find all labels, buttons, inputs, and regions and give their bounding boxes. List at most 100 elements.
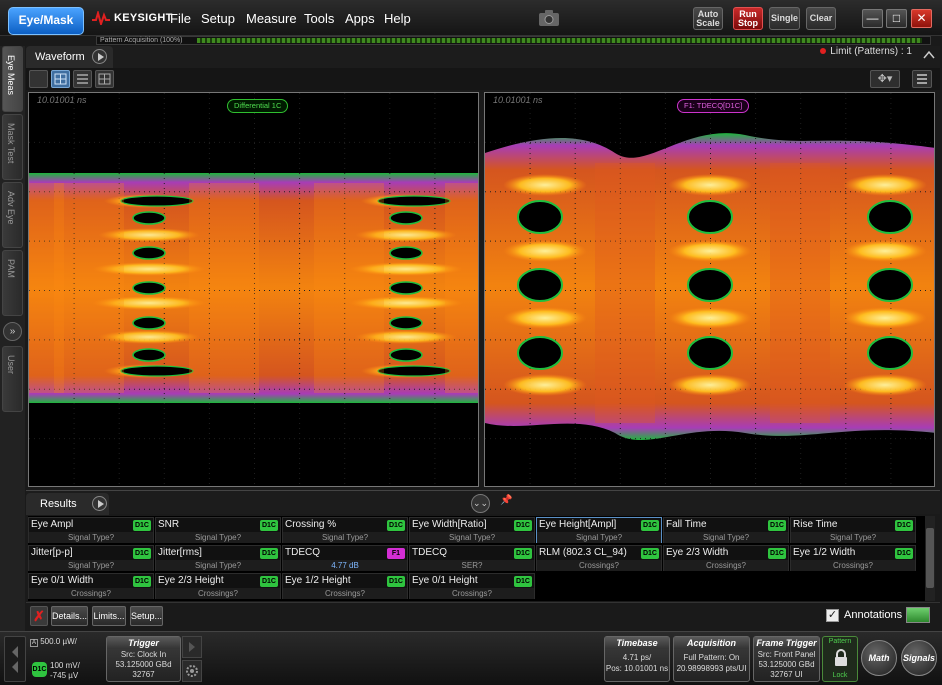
result-cell[interactable]: Jitter[p-p] D1C Signal Type? [28, 545, 154, 571]
pattern-lock-button[interactable]: Pattern Lock [822, 636, 858, 682]
menu-file[interactable]: File [170, 11, 191, 26]
scrollbar-thumb[interactable] [926, 528, 934, 588]
hamburger-menu-button[interactable] [912, 70, 932, 88]
result-cell[interactable]: Eye Ampl D1C Signal Type? [28, 517, 154, 543]
source-badge: D1C [133, 520, 151, 531]
delete-measurement-icon[interactable]: ✗ [30, 606, 48, 626]
limits-button[interactable]: Limits... [92, 606, 126, 626]
results-header: Results ⌄⌄ 📌 [26, 490, 940, 515]
grid-icon [54, 73, 67, 85]
frame-trigger-panel[interactable]: Frame Trigger Src: Front Panel 53.125000… [753, 636, 820, 682]
math-button[interactable]: Math [861, 640, 897, 676]
measurement-value: Crossings? [283, 588, 407, 599]
result-cell[interactable]: Eye 1/2 Height D1C Crossings? [282, 573, 408, 599]
tab-pam[interactable]: PAM [2, 250, 23, 316]
result-cell[interactable]: Eye 0/1 Height D1C Crossings? [409, 573, 535, 599]
signals-button[interactable]: Signals [901, 640, 937, 676]
eye-mask-mode-button[interactable]: Eye/Mask [8, 7, 84, 35]
trigger-arrow-icon[interactable] [182, 636, 202, 658]
menu-measure[interactable]: Measure [246, 11, 297, 26]
tab-mask-test[interactable]: Mask Test [2, 114, 23, 180]
expand-chevron-icon[interactable]: » [3, 322, 22, 341]
results-scrollbar[interactable] [925, 516, 935, 601]
limit-dot-icon [820, 48, 827, 54]
measurement-value: Crossings? [791, 560, 915, 571]
camera-icon[interactable] [538, 9, 560, 27]
measurement-value: Signal Type? [791, 532, 915, 543]
collapse-down-icon[interactable]: ⌄⌄ [471, 494, 490, 513]
result-cell[interactable]: Rise Time D1C Signal Type? [790, 517, 916, 543]
menu-tools[interactable]: Tools [304, 11, 334, 26]
pan-tool-button[interactable]: ✥▾ [870, 70, 900, 88]
result-cell[interactable]: Eye Width[Ratio] D1C Signal Type? [409, 517, 535, 543]
maximize-button[interactable]: □ [886, 9, 907, 28]
measurement-name: Eye 0/1 Width [31, 575, 94, 586]
measurement-value: Signal Type? [283, 532, 407, 543]
minimize-button[interactable]: — [862, 9, 883, 28]
annotations-checkbox[interactable]: ✓ [826, 609, 839, 622]
measurement-name: Eye 1/2 Width [793, 547, 856, 558]
result-cell[interactable]: Eye 1/2 Width D1C Crossings? [790, 545, 916, 571]
channel-d1c-chip[interactable]: D1C [32, 662, 47, 677]
result-cell[interactable]: SNR D1C Signal Type? [155, 517, 281, 543]
result-cell[interactable]: Eye Height[Ampl] D1C Signal Type? [536, 517, 662, 543]
measurement-name: Fall Time [666, 519, 707, 530]
measurement-value: Crossings? [410, 588, 534, 599]
source-badge: D1C [260, 576, 278, 587]
source-badge: F1 [387, 548, 405, 559]
tab-adv-eye[interactable]: Adv Eye [2, 182, 23, 248]
collapse-up-icon[interactable] [923, 50, 935, 60]
acquisition-points-per-ui: 20.98998993 pts/UI [676, 664, 747, 673]
result-cell[interactable]: TDECQ D1C SER? [409, 545, 535, 571]
close-button[interactable]: ✕ [911, 9, 932, 28]
timebase-panel[interactable]: Timebase 4.71 ps/ Pos: 10.01001 ns [604, 636, 670, 682]
eye-diagram-pane-differential[interactable]: 10.01001 ns Differential 1C [28, 92, 479, 487]
progress-fill [197, 38, 922, 43]
single-button[interactable]: Single [769, 7, 800, 30]
layout-single-button[interactable] [29, 70, 48, 88]
menu-apps[interactable]: Apps [345, 11, 375, 26]
layout-toolbar: ✥▾ [26, 68, 940, 90]
result-cell[interactable]: Crossing % D1C Signal Type? [282, 517, 408, 543]
menu-setup[interactable]: Setup [201, 11, 235, 26]
pin-icon[interactable]: 📌 [500, 495, 512, 506]
details-button[interactable]: Details... [51, 606, 88, 626]
channel-nav-left[interactable] [4, 636, 26, 682]
play-icon[interactable] [92, 49, 107, 64]
layout-stacked-button[interactable] [73, 70, 92, 88]
run-stop-button[interactable]: Run Stop [733, 7, 763, 30]
source-badge: D1C [514, 576, 532, 587]
pattern-label: Pattern [828, 638, 852, 645]
result-cell[interactable]: Jitter[rms] D1C Signal Type? [155, 545, 281, 571]
layout-grid-button[interactable] [51, 70, 70, 88]
gear-icon[interactable] [182, 660, 202, 682]
result-cell[interactable]: Eye 2/3 Width D1C Crossings? [663, 545, 789, 571]
result-cell[interactable]: Eye 0/1 Width D1C Crossings? [28, 573, 154, 599]
trigger-panel[interactable]: Trigger Src: Clock In 53.125000 GBd 3276… [106, 636, 181, 682]
acquisition-panel[interactable]: Acquisition Full Pattern: On 20.98998993… [673, 636, 750, 682]
tab-user[interactable]: User [2, 346, 23, 412]
play-icon[interactable] [92, 496, 107, 511]
auto-scale-button[interactable]: Auto Scale [693, 7, 723, 30]
source-badge: D1C [768, 548, 786, 559]
measurement-name: Eye Ampl [31, 519, 74, 530]
channel-scale: A 500.0 µW/ [30, 637, 77, 647]
layout-quad-button[interactable] [95, 70, 114, 88]
measurement-value: SER? [410, 560, 534, 571]
annotation-color-swatch[interactable] [906, 607, 930, 623]
setup-button[interactable]: Setup... [130, 606, 163, 626]
menu-help[interactable]: Help [384, 11, 411, 26]
result-cell[interactable]: Eye 2/3 Height D1C Crossings? [155, 573, 281, 599]
result-cell[interactable]: TDECQ F1 4.77 dB [282, 545, 408, 571]
results-toolbar: ✗ Details... Limits... Setup... ✓ Annota… [26, 602, 940, 628]
tab-eye-meas[interactable]: Eye Meas [2, 46, 23, 112]
eye-diagram-pane-tdecq[interactable]: 10.01001 ns F1: TDECQ[D1C] [484, 92, 935, 487]
clear-button[interactable]: Clear [806, 7, 836, 30]
measurement-value: Crossings? [156, 588, 280, 599]
measurement-value: Signal Type? [537, 532, 661, 543]
trigger-source: Src: Clock In [120, 650, 167, 659]
result-cell[interactable]: RLM (802.3 CL_94) D1C Crossings? [536, 545, 662, 571]
result-cell[interactable]: Fall Time D1C Signal Type? [663, 517, 789, 543]
frame-trigger-rate: 53.125000 GBd [758, 660, 815, 669]
results-grid: Eye Ampl D1C Signal Type? SNR D1C Signal Type… [28, 516, 928, 601]
